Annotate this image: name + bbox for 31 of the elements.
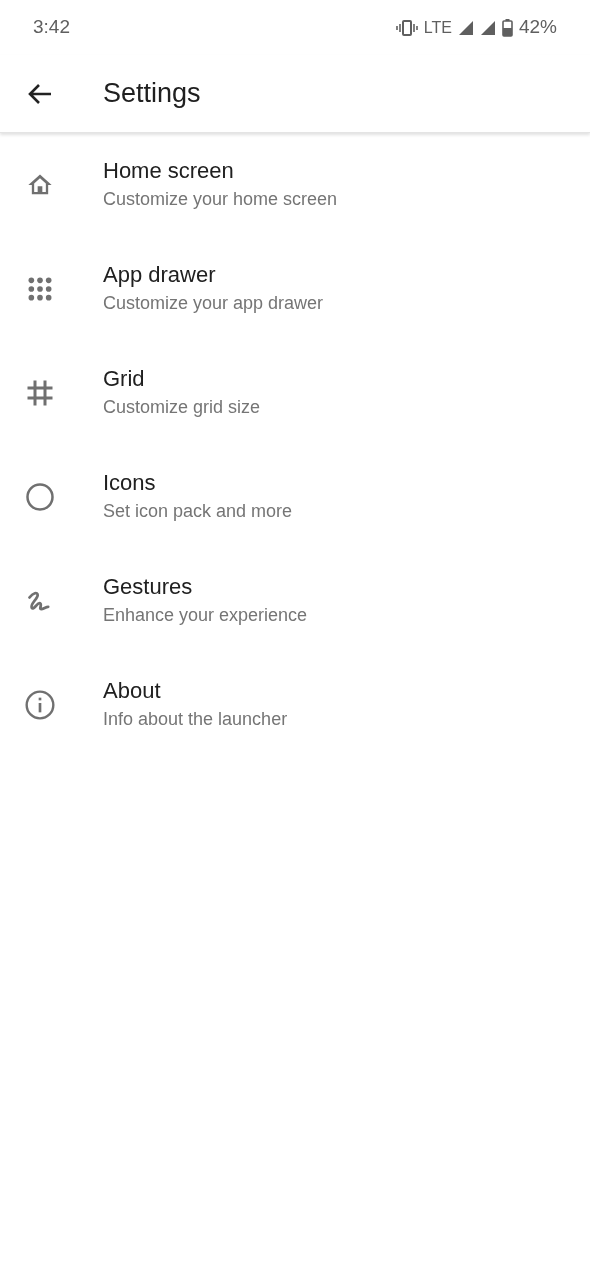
signal-icon	[479, 19, 496, 36]
item-title: Grid	[103, 365, 146, 393]
item-subtitle: Set icon pack and more	[103, 500, 293, 523]
back-arrow-icon	[27, 81, 53, 106]
grid-icon	[25, 378, 55, 408]
settings-item[interactable]: About Info about the launcher	[0, 653, 590, 757]
item-title: Gestures	[103, 573, 194, 601]
circle-icon	[25, 482, 55, 512]
item-subtitle: Customize your app drawer	[103, 292, 324, 315]
battery-icon	[501, 18, 513, 37]
network-type: LTE	[423, 17, 452, 38]
item-subtitle: Customize your home screen	[103, 188, 338, 211]
toolbar-title: Settings	[103, 77, 201, 111]
settings-item[interactable]: Gestures Enhance your experience	[0, 549, 590, 653]
info-icon	[24, 689, 56, 721]
settings-item[interactable]: Grid Customize grid size	[0, 341, 590, 445]
battery-level: 42%	[518, 15, 557, 40]
item-subtitle: Customize grid size	[103, 396, 261, 419]
item-subtitle: Info about the launcher	[103, 708, 288, 731]
status-time: 3:42	[33, 15, 70, 40]
item-title: Icons	[103, 469, 157, 497]
settings-item[interactable]: Home screen Customize your home screen	[0, 133, 590, 237]
item-title: About	[103, 677, 162, 705]
dots-grid-icon	[27, 276, 53, 302]
settings-item[interactable]: App drawer Customize your app drawer	[0, 237, 590, 341]
item-title: App drawer	[103, 261, 217, 289]
item-title: Home screen	[103, 157, 235, 185]
signal-icon	[457, 19, 474, 36]
vibrate-icon	[395, 19, 418, 36]
settings-item[interactable]: Icons Set icon pack and more	[0, 445, 590, 549]
item-subtitle: Enhance your experience	[103, 604, 308, 627]
